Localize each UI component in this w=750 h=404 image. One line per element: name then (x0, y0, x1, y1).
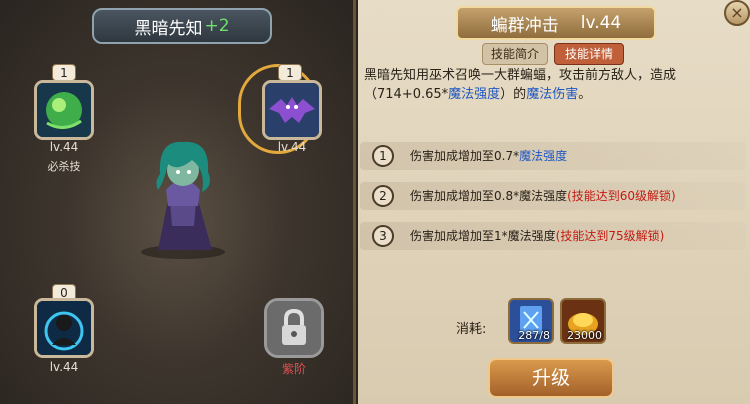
tab-skill-detail[interactable]: 技能详情 (554, 43, 624, 65)
skill-slot-3[interactable] (34, 298, 94, 358)
desc-damage-type: 魔法伤害 (526, 87, 579, 102)
upgrade-lock-note: (技能达到60级解锁) (567, 189, 676, 203)
upgrade-lock-note: (技能达到75级解锁) (555, 229, 665, 243)
cost-skill-book-qty: 287/8 (518, 329, 550, 342)
blue-sigil-icon (37, 301, 91, 355)
upgrade-number: 2 (372, 185, 394, 207)
skill-name: 蝙群冲击 (490, 15, 559, 36)
green-orb-icon (37, 83, 91, 137)
upgrade-desc: 伤害加成增加至1*魔法强度 (410, 229, 556, 243)
cost-gold-qty: 23000 (567, 329, 602, 342)
upgrade-text: 伤害加成增加至0.8*魔法强度(技能达到60级解锁) (410, 187, 676, 204)
upgrade-row: 2 伤害加成增加至0.8*魔法强度(技能达到60级解锁) (360, 182, 746, 210)
skill-slot-1[interactable] (34, 80, 94, 140)
upgrade-text: 伤害加成增加至1*魔法强度(技能达到75级解锁) (410, 227, 664, 244)
upgrade-desc: 伤害加成增加至0.8*魔法强度 (410, 189, 568, 203)
hero-plus: +2 (204, 16, 230, 36)
skill-slot-4-locked[interactable] (264, 298, 324, 358)
cost-skill-book: 287/8 (508, 298, 554, 344)
upgrade-button[interactable]: 升级 (488, 358, 614, 398)
upgrade-text: 伤害加成增加至0.7*魔法强度 (410, 147, 567, 164)
tab-skill-intro[interactable]: 技能简介 (482, 43, 548, 65)
skill-slot-2[interactable] (262, 80, 322, 140)
skill-4-tier-label: 紫阶 (281, 362, 306, 376)
hero-figure (128, 130, 238, 260)
desc-text-2: ）的 (500, 87, 527, 102)
upgrade-row: 3 伤害加成增加至1*魔法强度(技能达到75级解锁) (360, 222, 746, 250)
bat-swarm-icon (265, 83, 319, 137)
hero-name: 黑暗先知 (134, 18, 203, 39)
skill-title-banner: 蝙群冲击 lv.44 (456, 6, 656, 40)
cost-label: 消耗: (456, 322, 487, 337)
skill-2-level: lv.44 (277, 140, 307, 154)
hero-name-banner: 黑暗先知 +2 (92, 8, 272, 44)
desc-stat: 魔法强度 (448, 87, 501, 102)
skill-level: lv.44 (580, 13, 622, 33)
skill-3-level: lv.44 (49, 360, 79, 374)
lock-icon (267, 301, 321, 355)
upgrade-number: 1 (372, 145, 394, 167)
skill-1-type-label: 必杀技 (47, 160, 81, 173)
skill-1-level-badge: 1 (52, 64, 76, 81)
upgrade-number: 3 (372, 225, 394, 247)
desc-text-3: 。 (578, 87, 592, 102)
close-button[interactable]: × (724, 0, 750, 26)
cost-gold: 23000 (560, 298, 606, 344)
skill-1-level: lv.44 (49, 140, 79, 154)
skill-2-level-badge: 1 (278, 64, 302, 81)
upgrade-stat: 魔法强度 (519, 149, 568, 163)
upgrade-desc: 伤害加成增加至0.7* (410, 149, 520, 163)
upgrade-row: 1 伤害加成增加至0.7*魔法强度 (360, 142, 746, 170)
skill-description: 黑暗先知用巫术召唤一大群蝙蝠，攻击前方敌人，造成（714+0.65*魔法强度）的… (364, 66, 746, 104)
